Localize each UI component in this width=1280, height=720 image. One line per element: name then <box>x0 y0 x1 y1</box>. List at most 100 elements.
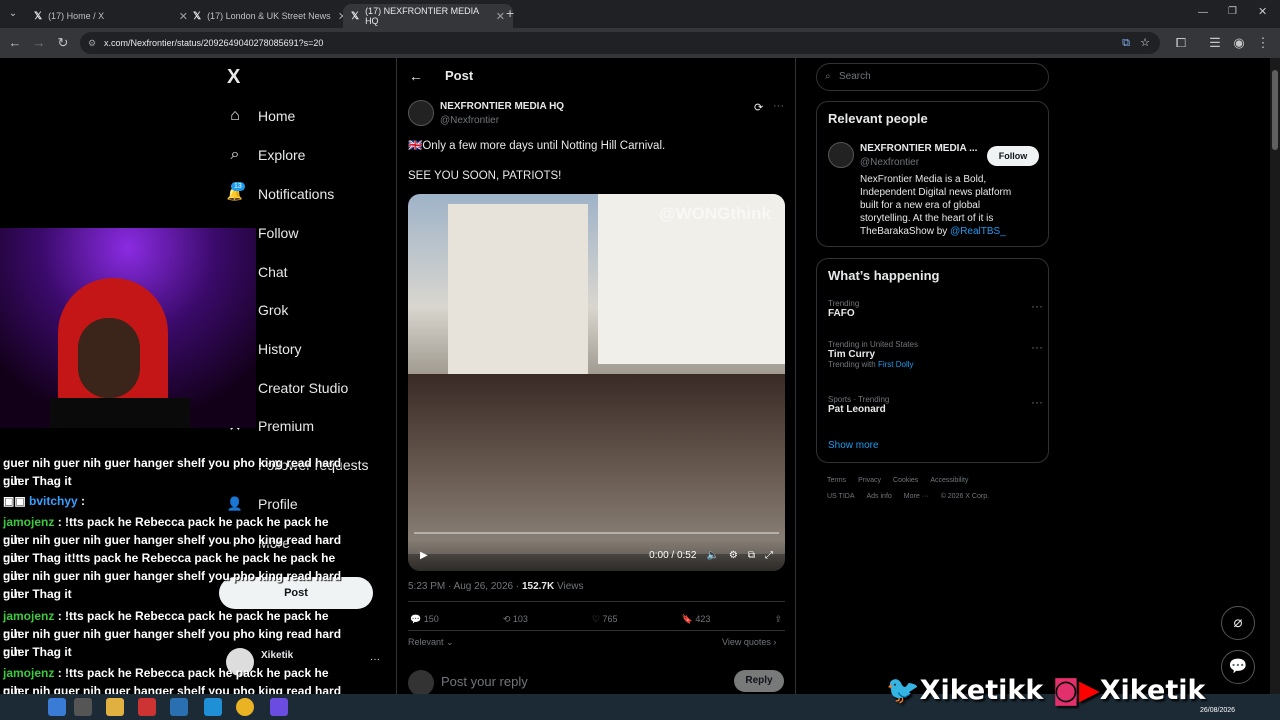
post-timestamp[interactable]: 5:23 PM · Aug 26, 2026 · <box>408 581 522 592</box>
view-quotes-link[interactable]: View quotes › <box>722 637 776 647</box>
tab-title: (17) Home / X <box>48 11 105 21</box>
trend-context: Trending <box>828 299 860 308</box>
account-more-icon[interactable]: ··· <box>370 654 380 665</box>
edge-icon[interactable] <box>204 698 222 716</box>
browser-tab-home[interactable]: 𝕏 (17) Home / X ✕ <box>26 4 196 28</box>
webcam-person-shirt <box>50 398 190 428</box>
follow-button[interactable]: Follow <box>987 146 1039 166</box>
volume-icon[interactable]: 🔈 <box>706 550 718 561</box>
pip-icon[interactable]: ⧉ <box>748 550 755 561</box>
chat-line: guer Thag it <box>3 587 72 601</box>
new-tab-button[interactable]: + <box>506 5 514 21</box>
chat-text: : <box>81 494 86 508</box>
chat-line: guer Thag it <box>3 474 72 488</box>
bookmark-action[interactable]: 🔖 423 <box>682 614 711 625</box>
back-arrow-icon[interactable]: ← <box>409 68 423 84</box>
column-divider <box>396 58 397 694</box>
menu-icon[interactable]: ⋮ <box>1254 34 1272 52</box>
person-avatar[interactable] <box>828 142 854 168</box>
share-icon[interactable]: ⇪ <box>774 614 782 625</box>
footer-link[interactable]: Ads info <box>867 493 892 500</box>
play-icon[interactable]: ▶ <box>420 550 428 561</box>
minimize-icon[interactable]: — <box>1198 7 1208 18</box>
forward-icon[interactable]: → <box>30 34 48 52</box>
relevant-people-title: Relevant people <box>828 111 928 126</box>
bookmark-star-icon[interactable]: ☆ <box>1140 32 1150 54</box>
file-explorer-icon[interactable] <box>106 698 124 716</box>
more-icon[interactable]: ··· <box>1031 395 1043 409</box>
grok-fab-icon[interactable]: ⌀ <box>1221 606 1255 640</box>
browser-tab-london-news[interactable]: 𝕏 (17) London & UK Street News ✕ <box>185 4 355 28</box>
more-icon[interactable]: ··· <box>1031 340 1043 354</box>
trend-item[interactable]: Trending in United States Tim Curry Tren… <box>828 340 1043 369</box>
repost-count: 103 <box>512 614 528 624</box>
bio-link[interactable]: @RealTBS_ <box>950 226 1006 237</box>
search-input[interactable]: ⌕ Search <box>816 63 1049 91</box>
site-info-icon[interactable]: ⚙ <box>88 32 96 54</box>
sidebar-item-home[interactable]: ⌂ Home <box>226 101 295 131</box>
settings-icon[interactable]: ⚙ <box>729 550 738 561</box>
show-more-link[interactable]: Show more <box>828 440 879 451</box>
sidebar-label: Premium <box>258 418 315 434</box>
reload-icon[interactable]: ↻ <box>54 34 72 52</box>
author-handle[interactable]: @Nexfrontier <box>440 115 499 126</box>
tab-search-icon[interactable]: ⌄ <box>4 5 22 23</box>
more-icon[interactable]: ··· <box>1031 299 1043 313</box>
back-icon[interactable]: ← <box>6 34 24 52</box>
repost-action[interactable]: ⟲ 103 <box>503 614 528 625</box>
page-scrollbar[interactable] <box>1270 58 1280 694</box>
task-view-icon[interactable] <box>74 698 92 716</box>
author-avatar[interactable] <box>408 100 434 126</box>
chrome-icon[interactable] <box>236 698 254 716</box>
reply-action[interactable]: 💬 150 <box>410 614 439 625</box>
sidebar-item-explore[interactable]: ⌕ Explore <box>226 140 306 170</box>
x-logo-icon: 𝕏 <box>351 10 360 22</box>
trend-item[interactable]: Trending FAFO ··· <box>828 299 1043 319</box>
heart-icon: ♡ <box>591 614 601 624</box>
extensions-icon[interactable]: ⧠ <box>1172 34 1190 52</box>
grok-icon[interactable]: ⟳ <box>754 101 763 114</box>
more-icon[interactable]: ··· <box>773 100 784 112</box>
windows-start-icon[interactable] <box>48 698 66 716</box>
search-icon: ⌕ <box>825 71 831 82</box>
messages-fab-icon[interactable]: 💬 <box>1221 650 1255 684</box>
like-action[interactable]: ♡ 765 <box>592 614 618 625</box>
scrollbar-thumb[interactable] <box>1272 70 1278 150</box>
translate-icon[interactable]: ⧉ <box>1122 32 1130 54</box>
footer-link[interactable]: Terms <box>827 477 846 484</box>
app-icon[interactable] <box>138 698 156 716</box>
author-name[interactable]: NEXFRONTIER MEDIA HQ <box>440 101 564 112</box>
footer-link[interactable]: Cookies <box>893 477 918 484</box>
window-close-icon[interactable]: ✕ <box>1258 5 1267 18</box>
fullscreen-icon[interactable]: ⤢ <box>765 550 773 561</box>
browser-tab-nexfrontier[interactable]: 𝕏 (17) NEXFRONTIER MEDIA HQ ✕ <box>343 4 513 28</box>
brand-text: Xiketik <box>1099 675 1206 706</box>
reply-sort-dropdown[interactable]: Relevant ⌄ <box>408 637 454 648</box>
footer-copyright: © 2026 X Corp. <box>940 493 990 500</box>
post-video[interactable]: @WONGthink ▶ 0:00 / 0:52 🔈 ⚙ ⧉ ⤢ <box>408 194 785 571</box>
person-name[interactable]: NEXFRONTIER MEDIA ... <box>860 143 977 154</box>
webcam-person-face <box>78 318 140 398</box>
address-bar[interactable]: ⚙ x.com/Nexfrontier/status/2092649040278… <box>80 32 1160 54</box>
obs-icon[interactable] <box>270 698 288 716</box>
close-icon[interactable]: ✕ <box>496 10 505 23</box>
profile-icon[interactable]: ◉ <box>1230 34 1248 52</box>
app-icon[interactable] <box>170 698 188 716</box>
footer-link[interactable]: US TIDA <box>827 493 855 500</box>
footer-link[interactable]: More ··· <box>904 493 929 500</box>
reply-button[interactable]: Reply <box>734 670 784 692</box>
footer-link[interactable]: Privacy <box>858 477 881 484</box>
sidebar-label: Follow <box>258 225 299 241</box>
reply-input[interactable]: Post your reply <box>441 674 528 689</box>
restore-icon[interactable]: ❐ <box>1228 6 1237 17</box>
x-logo[interactable]: X <box>227 66 240 89</box>
video-progress-bar[interactable] <box>414 532 779 534</box>
reading-list-icon[interactable]: ☰ <box>1206 34 1224 52</box>
post-header-title: Post <box>445 68 474 83</box>
trend-item[interactable]: Sports · Trending Pat Leonard ··· <box>828 395 1043 415</box>
stream-branding-overlay: 🐦Xiketikk ◙▶Xiketik <box>886 674 1205 706</box>
footer-link[interactable]: Accessibility <box>930 477 968 484</box>
divider <box>408 630 785 631</box>
person-handle[interactable]: @Nexfrontier <box>860 157 919 168</box>
trend-extra-link[interactable]: First Dolly <box>878 360 914 369</box>
